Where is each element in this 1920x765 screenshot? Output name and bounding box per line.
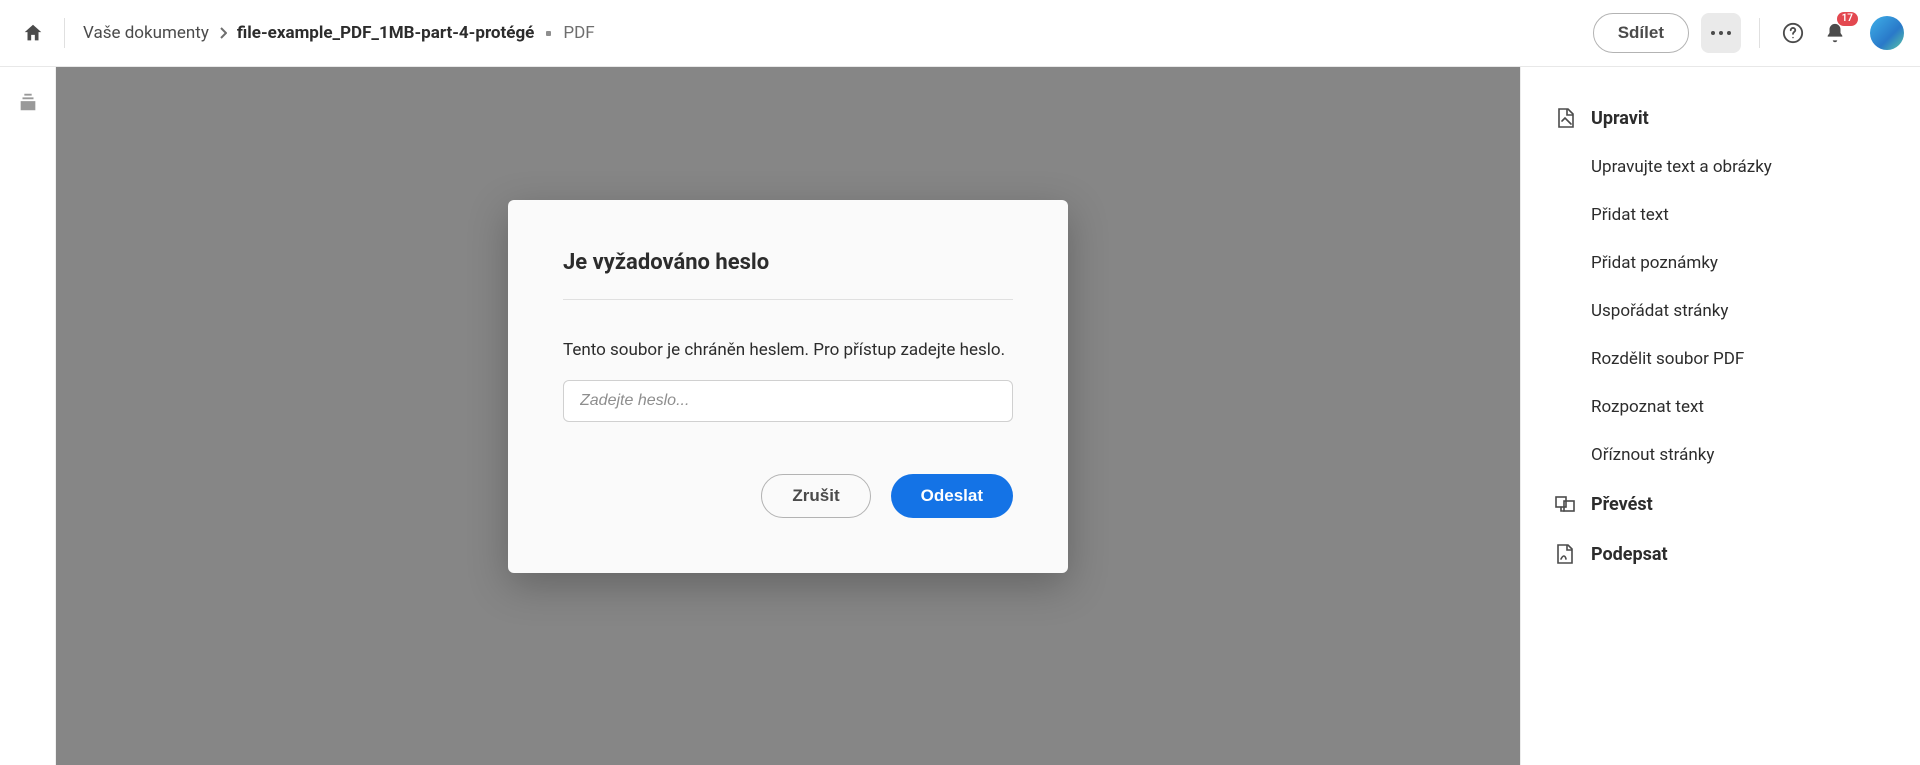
panel-convert-title: Převést — [1591, 494, 1653, 515]
separator — [1759, 18, 1760, 48]
top-header: Vaše dokumenty file-example_PDF_1MB-part… — [0, 0, 1920, 67]
modal-scrim: Je vyžadováno heslo Tento soubor je chrá… — [56, 67, 1520, 765]
chevron-right-icon — [219, 27, 227, 39]
home-wrap — [16, 0, 83, 66]
password-input[interactable] — [563, 380, 1013, 422]
document-area: Je vyžadováno heslo Tento soubor je chrá… — [56, 67, 1520, 765]
panel-edit-title: Upravit — [1591, 108, 1649, 129]
panel-edit-item[interactable]: Rozdělit soubor PDF — [1521, 335, 1920, 383]
cancel-button[interactable]: Zrušit — [761, 474, 870, 518]
panel-edit-item[interactable]: Oříznout stránky — [1521, 431, 1920, 479]
panel-sign-header[interactable]: Podepsat — [1521, 529, 1920, 579]
home-icon[interactable] — [22, 22, 44, 44]
breadcrumb-root[interactable]: Vaše dokumenty — [83, 23, 209, 43]
convert-icon — [1553, 492, 1577, 516]
header-actions: Sdílet 17 — [1593, 13, 1904, 53]
notifications-button[interactable]: 17 — [1820, 18, 1850, 48]
more-button[interactable] — [1701, 13, 1741, 53]
panel-item-label: Oříznout stránky — [1591, 445, 1714, 465]
modal-message: Tento soubor je chráněn heslem. Pro přís… — [563, 340, 1013, 360]
panel-item-label: Přidat poznámky — [1591, 253, 1718, 273]
panel-edit-item[interactable]: Přidat text — [1521, 191, 1920, 239]
submit-button[interactable]: Odeslat — [891, 474, 1013, 518]
panel-item-label: Přidat text — [1591, 205, 1669, 225]
panel-edit-item[interactable]: Uspořádat stránky — [1521, 287, 1920, 335]
panel-item-label: Rozpoznat text — [1591, 397, 1704, 417]
left-rail — [0, 67, 56, 765]
notification-count: 17 — [1837, 12, 1858, 26]
panel-sign-title: Podepsat — [1591, 544, 1668, 565]
body: Je vyžadováno heslo Tento soubor je chrá… — [0, 67, 1920, 765]
help-button[interactable] — [1778, 18, 1808, 48]
password-modal: Je vyžadováno heslo Tento soubor je chrá… — [508, 200, 1068, 573]
separator — [64, 18, 65, 48]
breadcrumb: Vaše dokumenty file-example_PDF_1MB-part… — [83, 23, 595, 43]
modal-actions: Zrušit Odeslat — [563, 474, 1013, 518]
panel-edit-item[interactable]: Přidat poznámky — [1521, 239, 1920, 287]
panel-edit-item[interactable]: Upravujte text a obrázky — [1521, 143, 1920, 191]
file-name: file-example_PDF_1MB-part-4-protégé — [237, 23, 534, 43]
file-type-badge: PDF — [563, 23, 594, 43]
edit-pdf-icon — [1553, 106, 1577, 130]
panel-edit-item[interactable]: Rozpoznat text — [1521, 383, 1920, 431]
pages-icon[interactable] — [17, 91, 39, 113]
avatar[interactable] — [1870, 16, 1904, 50]
panel-item-label: Uspořádat stránky — [1591, 301, 1728, 321]
panel-item-label: Upravujte text a obrázky — [1591, 157, 1772, 177]
right-panel: Upravit Upravujte text a obrázky Přidat … — [1520, 67, 1920, 765]
panel-item-label: Rozdělit soubor PDF — [1591, 349, 1744, 369]
panel-edit-header[interactable]: Upravit — [1521, 93, 1920, 143]
modal-title: Je vyžadováno heslo — [563, 250, 1013, 300]
sign-icon — [1553, 542, 1577, 566]
panel-convert-header[interactable]: Převést — [1521, 479, 1920, 529]
dot-separator — [546, 31, 551, 36]
share-button[interactable]: Sdílet — [1593, 13, 1689, 53]
help-icon — [1782, 22, 1804, 44]
dots-icon — [1711, 31, 1731, 35]
